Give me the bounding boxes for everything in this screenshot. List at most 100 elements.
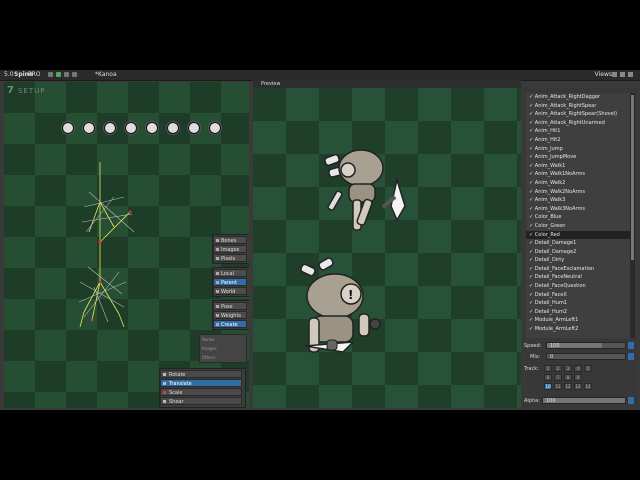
counter-images[interactable]: Images bbox=[200, 344, 246, 353]
animation-item[interactable]: ✓ Anim_Walk1 bbox=[526, 162, 630, 171]
animation-item[interactable]: ✓ Anim_Attack_RightDagger bbox=[526, 93, 630, 102]
animation-item-label: Detail_Damage1 bbox=[534, 240, 577, 247]
version-label: 5.0 bbox=[4, 71, 14, 78]
animation-item-label: Anim_Walk3NoArms bbox=[534, 205, 585, 212]
animation-item-label: Detail_Hum1 bbox=[534, 300, 567, 307]
animation-item[interactable]: ✓ Detail_Hum1 bbox=[526, 299, 630, 308]
counter-others[interactable]: Others bbox=[200, 353, 246, 362]
animation-item[interactable]: ✓ Anim_Walk2 bbox=[526, 179, 630, 188]
track-label: Track: bbox=[524, 366, 539, 372]
axes-panel: Local Parent World bbox=[212, 267, 249, 297]
weights-button[interactable]: Weights bbox=[213, 311, 247, 319]
animation-item[interactable]: ✓ Module_ArmLeft1 bbox=[526, 316, 630, 325]
track-button[interactable]: 3 bbox=[564, 365, 572, 372]
animation-item[interactable]: ✓ Anim_Walk3NoArms bbox=[526, 205, 630, 214]
track-button[interactable]: 8 bbox=[564, 374, 572, 381]
animation-item[interactable]: ✓ Color_Green bbox=[526, 222, 630, 231]
animation-item[interactable]: ✓ Anim_Attack_RightSpear bbox=[526, 102, 630, 111]
animation-item[interactable]: ✓ Detail_FaceExclamation bbox=[526, 265, 630, 274]
bones-toggle[interactable]: Bones bbox=[213, 236, 247, 244]
animation-item-label: Anim_Hit1 bbox=[534, 128, 561, 135]
animation-item[interactable]: ✓ Detail_Hum2 bbox=[526, 308, 630, 317]
track-button[interactable]: 14 bbox=[584, 383, 592, 390]
axes-local-button[interactable]: Local bbox=[213, 269, 247, 277]
animation-item[interactable]: ✓ Anim_Hit1 bbox=[526, 127, 630, 136]
track-button[interactable]: 12 bbox=[564, 383, 572, 390]
pose-button[interactable]: Pose bbox=[213, 302, 247, 310]
animation-item-label: Detail_FaceQuestion bbox=[534, 283, 586, 290]
track-button[interactable]: 10 bbox=[544, 383, 552, 390]
animation-item[interactable]: ✓ Anim_Jump bbox=[526, 145, 630, 154]
play-icon[interactable] bbox=[56, 72, 61, 77]
track-button[interactable]: 1 bbox=[544, 365, 552, 372]
setup-viewport[interactable]: 7 SETUP Bones Images Pixels Local Parent… bbox=[4, 82, 249, 408]
redo-icon[interactable] bbox=[72, 72, 77, 77]
mix-slider[interactable]: 0 bbox=[546, 353, 626, 360]
scale-tool-button[interactable]: Scale bbox=[160, 388, 242, 396]
track-button[interactable]: 6 bbox=[544, 374, 552, 381]
animation-item[interactable]: ✓ Anim_Walk1NoArms bbox=[526, 170, 630, 179]
close-icon[interactable] bbox=[628, 72, 633, 77]
animation-item[interactable]: ✓ Detail_Dirty bbox=[526, 256, 630, 265]
axes-world-button[interactable]: World bbox=[213, 287, 247, 295]
svg-text:!: ! bbox=[348, 288, 353, 302]
maximize-icon[interactable] bbox=[620, 72, 625, 77]
animation-item[interactable]: ✓ Anim_JumpMove bbox=[526, 153, 630, 162]
animation-item-label: Color_Green bbox=[534, 222, 566, 229]
save-icon[interactable] bbox=[48, 72, 53, 77]
rotate-tool-button[interactable]: Rotate bbox=[160, 370, 242, 378]
speed-label: Speed: bbox=[524, 343, 542, 349]
mix-reset-button[interactable] bbox=[628, 353, 634, 360]
robot-character-top bbox=[324, 149, 406, 231]
pixels-toggle[interactable]: Pixels bbox=[213, 254, 247, 262]
track-button[interactable]: 13 bbox=[574, 383, 582, 390]
speed-slider[interactable]: 100 bbox=[546, 342, 626, 349]
letterbox-top bbox=[0, 0, 640, 70]
track-button[interactable]: 11 bbox=[554, 383, 562, 390]
animation-item[interactable]: ✓ Detail_Damage1 bbox=[526, 239, 630, 248]
axes-parent-button[interactable]: Parent bbox=[213, 278, 247, 286]
preview-header: Preview bbox=[253, 80, 521, 88]
edition-label: PRO bbox=[28, 71, 41, 78]
alpha-label: Alpha: bbox=[524, 398, 540, 404]
animation-item[interactable]: ✓ Detail_FaceNeutral bbox=[526, 273, 630, 282]
animation-item[interactable]: ✓ Module_ArmLeft2 bbox=[526, 325, 630, 334]
animation-item[interactable]: ✓ Color_Blue bbox=[526, 213, 630, 222]
undo-icon[interactable] bbox=[64, 72, 69, 77]
preview-viewport[interactable]: ! bbox=[253, 88, 521, 408]
animation-item[interactable]: ✓ Detail_FaceX bbox=[526, 291, 630, 300]
views-menu[interactable]: Views bbox=[595, 71, 612, 79]
animation-item-label: Module_ArmLeft1 bbox=[534, 317, 579, 324]
shear-tool-button[interactable]: Shear bbox=[160, 397, 242, 405]
images-toggle[interactable]: Images bbox=[213, 245, 247, 253]
track-button[interactable]: 9 bbox=[574, 374, 582, 381]
translate-tool-button[interactable]: Translate bbox=[160, 379, 242, 387]
animation-item[interactable]: ✓ Anim_Attack_RightSpear(Shovel) bbox=[526, 110, 630, 119]
track-button[interactable]: 2 bbox=[554, 365, 562, 372]
alpha-reset-button[interactable] bbox=[628, 397, 634, 404]
animation-item[interactable]: ✓ Detail_FaceQuestion bbox=[526, 282, 630, 291]
animation-list-scrollbar[interactable] bbox=[630, 93, 635, 338]
speed-reset-button[interactable] bbox=[628, 342, 634, 349]
animation-item-label: Anim_Attack_RightSpear bbox=[534, 102, 597, 109]
object-panel: Bones Images Pixels bbox=[212, 234, 249, 264]
animation-list[interactable]: ✓ Anim_Attack_RightDagger ✓ Anim_Attack_R… bbox=[526, 93, 630, 338]
counter-bones[interactable]: Bones bbox=[200, 335, 246, 344]
track-button[interactable]: 5 bbox=[584, 365, 592, 372]
animation-item-label: Anim_Attack_RightDagger bbox=[534, 94, 601, 100]
create-button[interactable]: Create bbox=[213, 320, 247, 328]
minimize-icon[interactable] bbox=[612, 72, 617, 77]
track-button[interactable]: 7 bbox=[554, 374, 562, 381]
animation-item[interactable]: ✓ Anim_Walk3 bbox=[526, 196, 630, 205]
animation-item-label: Detail_FaceX bbox=[534, 291, 567, 298]
animation-item[interactable]: ✓ Anim_Walk2NoArms bbox=[526, 188, 630, 197]
animation-item-label: Anim_Jump bbox=[534, 145, 563, 152]
animation-item[interactable]: ✓ Detail_Damage2 bbox=[526, 248, 630, 257]
animation-item[interactable]: ✓ Color_Red bbox=[526, 230, 630, 240]
animation-item[interactable]: ✓ Anim_Attack_RightUnarmed bbox=[526, 119, 630, 128]
animation-item-label: Anim_Walk2NoArms bbox=[534, 188, 585, 195]
alpha-slider[interactable]: 100 bbox=[542, 397, 626, 404]
transform-tools-panel: Rotate Translate Scale Shear bbox=[159, 368, 246, 408]
animation-item[interactable]: ✓ Anim_Hit2 bbox=[526, 136, 630, 145]
track-button[interactable]: 4 bbox=[574, 365, 582, 372]
